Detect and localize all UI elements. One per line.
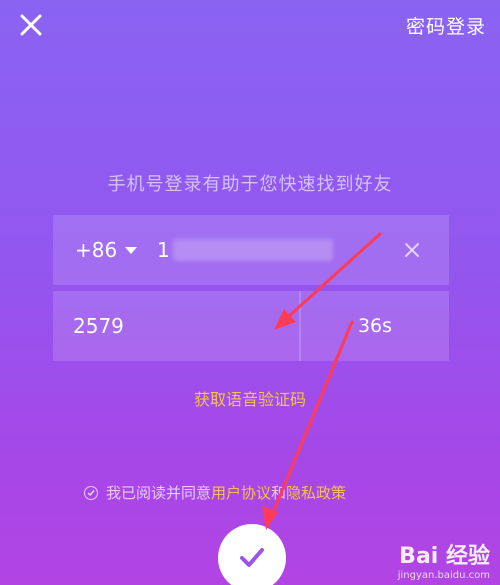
baidu-jingyan-watermark: Bai 经验 jingyan.baidu.com (398, 538, 490, 581)
voice-code-link[interactable]: 获取语音验证码 (0, 386, 500, 410)
watermark-brand: Bai 经验 (399, 544, 490, 569)
resend-countdown: 36s (357, 315, 393, 337)
agreement-row: 我已阅读并同意 用户协议 和 隐私政策 (84, 482, 346, 503)
dropdown-caret-icon (125, 246, 138, 254)
phone-number-blur-mask (173, 239, 333, 261)
phone-number-value: 1 (157, 238, 170, 262)
watermark-domain: jingyan.baidu.com (397, 570, 490, 581)
agreement-prefix: 我已阅读并同意 (106, 484, 212, 502)
verification-code-value: 2579 (73, 314, 124, 338)
checkmark-icon (240, 548, 264, 567)
check-circle-icon (87, 489, 95, 496)
phone-number-input[interactable]: 1 (157, 215, 170, 285)
user-agreement-link[interactable]: 用户协议 (211, 482, 271, 503)
close-icon (20, 14, 42, 36)
clear-icon (405, 243, 419, 257)
agreement-and: 和 (271, 484, 287, 502)
confirm-login-button[interactable] (218, 524, 286, 585)
login-hint: 手机号登录有助于您快速找到好友 (107, 174, 393, 195)
verification-code-row: 2579 36s (53, 291, 449, 361)
country-code-selector[interactable]: +86 (75, 215, 138, 285)
country-code-label: +86 (75, 238, 118, 262)
close-button[interactable] (14, 8, 48, 42)
agreement-checkbox[interactable] (84, 485, 98, 500)
clear-phone-button[interactable] (399, 237, 425, 263)
phone-field-row: +86 1 (53, 215, 449, 285)
privacy-policy-link[interactable]: 隐私政策 (286, 482, 346, 503)
verification-code-input[interactable]: 2579 (73, 291, 124, 361)
password-login-link[interactable]: 密码登录 (406, 12, 486, 39)
